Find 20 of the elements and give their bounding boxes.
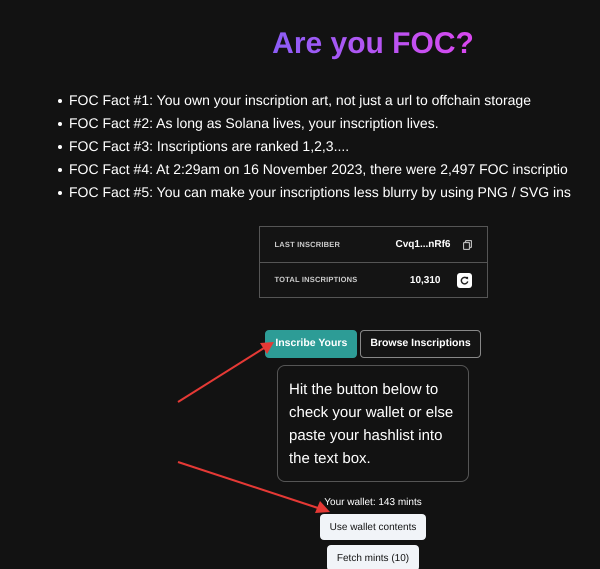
tab[interactable]: Browse Inscriptions (360, 330, 481, 358)
bullet-icon (58, 144, 62, 148)
action-button[interactable]: Use wallet contents (320, 514, 426, 540)
refresh-button[interactable] (456, 272, 472, 288)
copy-icon[interactable] (462, 240, 472, 250)
wallet-summary: Your wallet: 143 mints (324, 496, 422, 510)
bullet-icon (58, 98, 62, 102)
stat-value: Cvq1...nRf6 (395, 238, 450, 252)
fact-text: FOC Fact #3: Inscriptions are ranked 1,2,3.... (69, 137, 350, 156)
stat-value: 10,310 (410, 274, 440, 288)
fact-text: FOC Fact #4: At 2:29am on 16 November 2023, there were 2,497 FOC inscriptio (69, 160, 568, 179)
bullet-icon (58, 168, 62, 172)
action-button[interactable]: Fetch mints (10) (326, 545, 420, 569)
fact-text: FOC Fact #1: You own your inscription art, not just a url to offchain storage (69, 91, 531, 110)
bullet-icon (58, 190, 62, 194)
fact-text: FOC Fact #2: As long as Solana lives, your inscription lives. (69, 114, 439, 133)
fact-text: FOC Fact #5: You can make your inscriptions less blurry by using PNG / SVG ins (69, 183, 571, 202)
refresh-icon (460, 276, 468, 284)
instructions-text: Hit the button below to check your wallet or else paste your hashlist into the text box. (277, 365, 469, 482)
bullet-icon (58, 122, 62, 126)
